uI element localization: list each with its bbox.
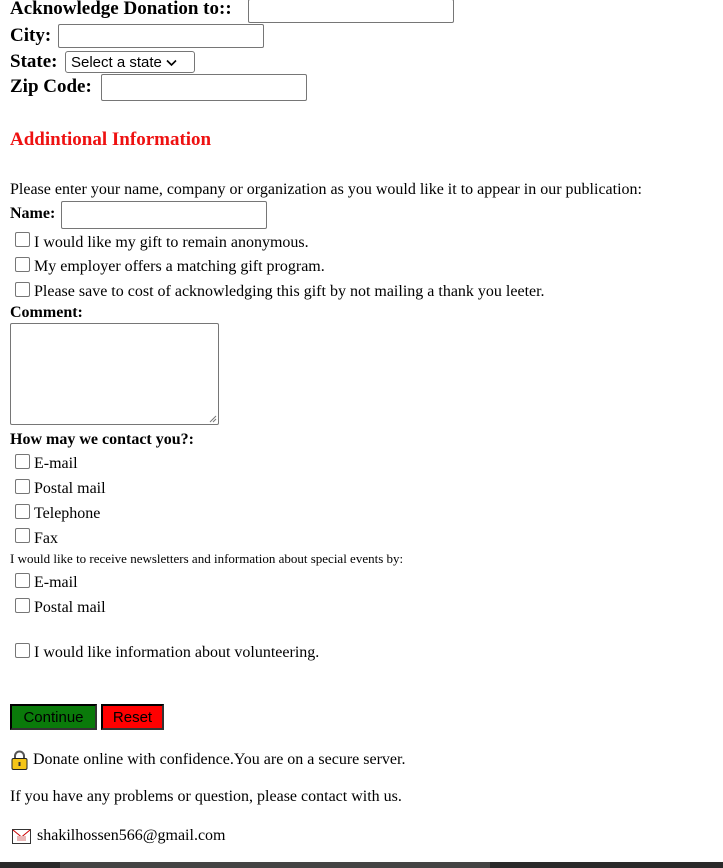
- bottom-bar-segment: [60, 862, 490, 868]
- zip-input[interactable]: [101, 74, 307, 101]
- contact-fax-label: Fax: [34, 530, 58, 547]
- contact-telephone-checkbox[interactable]: [15, 504, 30, 519]
- newsletter-postal-checkbox[interactable]: [15, 598, 30, 613]
- resize-grip-icon[interactable]: [207, 413, 217, 423]
- matching-gift-label: My employer offers a matching gift progr…: [34, 258, 325, 275]
- acknowledge-label: Acknowledge Donation to::: [10, 0, 232, 19]
- newsletter-prompt: I would like to receive newsletters and …: [10, 551, 404, 566]
- state-label: State:: [10, 51, 58, 72]
- volunteer-checkbox[interactable]: [15, 643, 30, 658]
- newsletter-postal-label: Postal mail: [34, 599, 106, 616]
- state-selected-value: Select a state: [71, 54, 162, 71]
- contact-postal-label: Postal mail: [34, 480, 106, 497]
- city-label: City:: [10, 25, 52, 46]
- anonymous-label: I would like my gift to remain anonymous…: [34, 234, 309, 251]
- continue-button[interactable]: Continue: [10, 704, 97, 730]
- contact-question: How may we contact you?:: [10, 431, 194, 448]
- contact-email-link[interactable]: shakilhossen566@gmail.com: [37, 827, 226, 845]
- help-text: If you have any problems or question, pl…: [10, 788, 402, 805]
- newsletter-email-checkbox[interactable]: [15, 573, 30, 588]
- state-select[interactable]: Select a state: [65, 51, 195, 73]
- name-input[interactable]: [61, 201, 267, 229]
- contact-telephone-label: Telephone: [34, 505, 101, 522]
- matching-gift-checkbox[interactable]: [15, 257, 30, 272]
- contact-fax-checkbox[interactable]: [15, 528, 30, 543]
- acknowledge-input[interactable]: [248, 0, 454, 23]
- reset-button[interactable]: Reset: [101, 704, 164, 730]
- envelope-icon: [12, 829, 31, 844]
- contact-postal-checkbox[interactable]: [15, 479, 30, 494]
- volunteer-label: I would like information about volunteer…: [34, 644, 320, 661]
- publication-prompt: Please enter your name, company or organ…: [10, 181, 642, 198]
- chevron-down-icon: [166, 57, 177, 69]
- zip-label: Zip Code:: [10, 76, 92, 97]
- no-thank-you-checkbox[interactable]: [15, 282, 30, 297]
- additional-info-heading: Addintional Information: [10, 129, 212, 150]
- contact-email-checkbox[interactable]: [15, 454, 30, 469]
- name-label: Name:: [10, 205, 56, 222]
- secure-server-text: Donate online with confidence.You are on…: [33, 751, 406, 768]
- bottom-bar: [0, 862, 723, 868]
- newsletter-email-label: E-mail: [34, 574, 78, 591]
- comment-label: Comment:: [10, 304, 83, 321]
- city-input[interactable]: [58, 24, 264, 48]
- anonymous-checkbox[interactable]: [15, 232, 30, 247]
- no-thank-you-label: Please save to cost of acknowledging thi…: [34, 283, 545, 300]
- lock-icon: [11, 750, 28, 770]
- comment-textarea[interactable]: [10, 323, 219, 425]
- contact-email-label: E-mail: [34, 455, 78, 472]
